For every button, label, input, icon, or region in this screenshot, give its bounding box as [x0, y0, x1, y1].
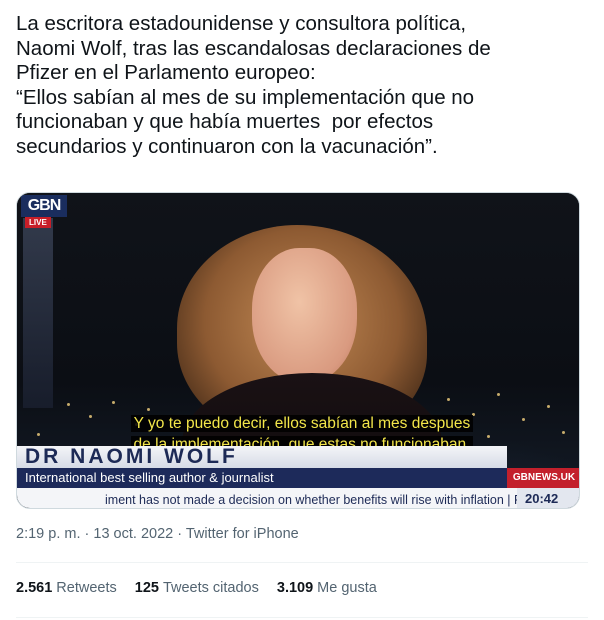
speaker-face: [252, 248, 357, 383]
network-tag: GBNEWS.UK: [507, 468, 579, 488]
tweet-time[interactable]: 2:19 p. m.: [16, 526, 80, 542]
likes-count: 3.109: [276, 580, 314, 596]
video-player[interactable]: GBN LIVE Y yo te puedo decir, ellos sabí…: [16, 192, 580, 509]
divider: [16, 562, 588, 563]
tweet-line: La escritora estadounidense y consultora…: [16, 12, 467, 35]
channel-logo: GBN: [21, 195, 67, 217]
likes-stat[interactable]: 3.109 Me gusta: [277, 580, 377, 596]
retweets-stat[interactable]: 2.561 Retweets: [16, 580, 117, 596]
tweet-line: funcionaban y que había muertes por efec…: [16, 110, 434, 133]
name-bar: DR NAOMI WOLF: [17, 445, 507, 468]
tweet-source[interactable]: Twitter for iPhone: [186, 526, 299, 542]
tweet-meta: 2:19 p. m. · 13 oct. 2022 · Twitter for …: [16, 526, 299, 542]
tweet-text: La escritora estadounidense y consultora…: [16, 12, 588, 159]
live-badge: LIVE: [25, 217, 51, 228]
speaker-name: DR NAOMI WOLF: [25, 445, 238, 468]
retweets-count: 2.561: [16, 580, 53, 596]
ticker-text: iment has not made a decision on whether…: [105, 493, 522, 507]
tweet-line: Pfizer en el Parlamento europeo:: [16, 61, 316, 84]
meta-separator: ·: [177, 526, 183, 542]
broadcast-clock: 20:42: [517, 488, 579, 508]
meta-separator: ·: [84, 526, 90, 542]
tweet-date[interactable]: 13 oct. 2022: [93, 526, 173, 542]
lower-third: DR NAOMI WOLF International best selling…: [17, 445, 579, 508]
speaker-role: International best selling author & jour…: [25, 470, 274, 485]
likes-label: Me gusta: [317, 580, 377, 596]
news-ticker: iment has not made a decision on whether…: [17, 488, 579, 508]
quotes-count: 125: [134, 580, 159, 596]
retweets-label: Retweets: [56, 580, 117, 596]
engagement-stats: 2.561 Retweets 125 Tweets citados 3.109 Me …: [16, 580, 377, 596]
tweet-line: Naomi Wolf, tras las escandalosas declar…: [16, 36, 491, 60]
role-bar: International best selling author & jour…: [17, 468, 507, 488]
quotes-label: Tweets citados: [162, 580, 259, 596]
tweet-line: secundarios y continuaron con la vacunac…: [16, 134, 438, 158]
tweet-line: “Ellos sabían al mes de su implementació…: [16, 85, 475, 109]
divider: [16, 617, 588, 618]
quotes-stat[interactable]: 125 Tweets citados: [135, 580, 259, 596]
subtitle-line: Y yo te puedo decir, ellos sabían al mes…: [130, 415, 474, 432]
